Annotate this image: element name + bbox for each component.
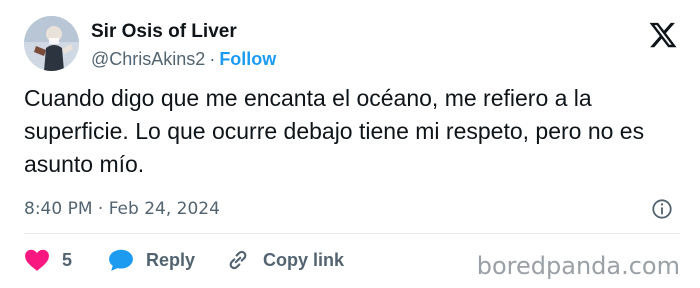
tweet-actions: 5 Reply Copy link [24,246,344,274]
divider [24,233,680,234]
author-handle-row: @ChrisAkins2 · Follow [91,49,276,70]
heart-icon [25,249,49,271]
copy-link-label: Copy link [263,249,345,270]
profile-avatar [24,16,79,71]
separator-dot: · [209,49,216,69]
copy-link-button[interactable]: Copy link [225,247,344,273]
reply-label: Reply [146,249,196,270]
author-name[interactable]: Sir Osis of Liver [91,21,237,43]
info-icon[interactable] [651,198,673,220]
tweet-timestamp[interactable]: 8:40 PM · Feb 24, 2024 [24,199,220,219]
link-icon [229,250,247,270]
follow-button[interactable]: Follow [219,49,276,69]
x-logo-icon[interactable] [648,20,678,50]
reply-button[interactable]: Reply [108,248,225,272]
author-avatar[interactable] [24,16,79,71]
author-handle[interactable]: @ChrisAkins2 [91,49,205,69]
like-button[interactable]: 5 [24,248,108,272]
chat-bubble-icon [109,249,133,271]
tweet-card: Sir Osis of Liver @ChrisAkins2 · Follow Cu… [0,0,700,288]
like-count: 5 [62,249,73,270]
watermark: boredpanda.com [476,252,680,280]
tweet-text: Cuando digo que me encanta el océano, me… [24,85,645,177]
